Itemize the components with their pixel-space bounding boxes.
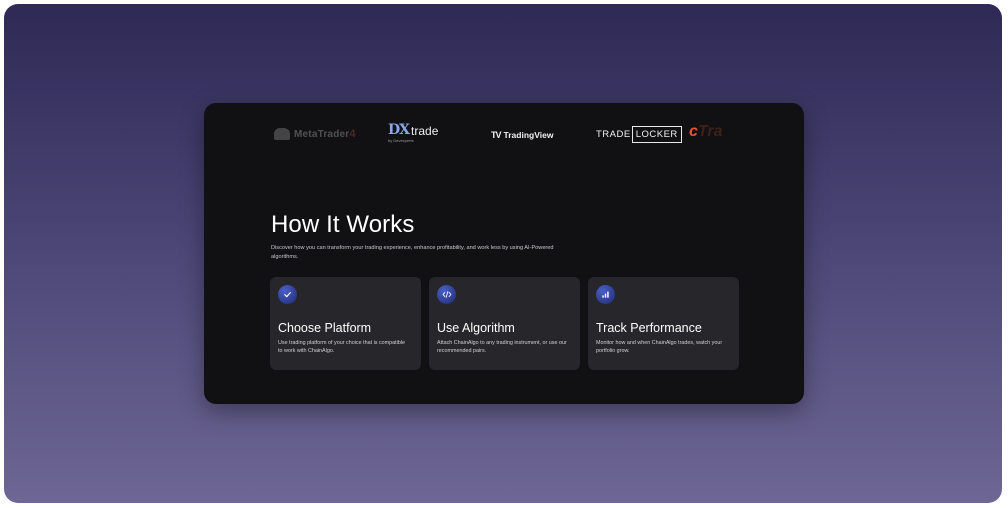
checkmark-icon (278, 285, 297, 304)
tradelocker-logo-left: TRADE (596, 128, 631, 140)
section-title: How It Works (271, 211, 415, 238)
step-description: Attach ChainAlgo to any trading instrume… (437, 340, 567, 354)
metatrader-logo-text: MetaTrader (294, 128, 350, 140)
metatrader-logo-number: 4 (349, 128, 356, 140)
tradingview-logo-icon[interactable]: TV TradingView (491, 124, 553, 146)
tradingview-mark-icon: TV (491, 130, 501, 140)
dxtrade-mark: DX (388, 122, 410, 138)
platform-logos-strip: MetaTrader 4 DX trade by Devexperts TV T… (204, 103, 804, 165)
dxtrade-logo-icon[interactable]: DX trade by Devexperts (388, 123, 438, 145)
step-card-use-algorithm[interactable]: Use Algorithm Attach ChainAlgo to any tr… (429, 277, 580, 370)
section-subtitle: Discover how you can transform your trad… (271, 245, 554, 260)
page-background: MetaTrader 4 DX trade by Devexperts TV T… (4, 4, 1002, 503)
step-card-track-performance[interactable]: Track Performance Monitor how and when C… (588, 277, 739, 370)
step-description: Monitor how and when ChainAlgo trades, w… (596, 340, 723, 354)
step-description: Use trading platform of your choice that… (278, 340, 406, 354)
ctrader-logo-c: c (689, 123, 698, 140)
tradelocker-logo-boxed: LOCKER (631, 125, 682, 143)
bar-chart-icon (596, 285, 615, 304)
step-title: Use Algorithm (437, 321, 515, 335)
code-icon (437, 285, 456, 304)
ctrader-logo-icon[interactable]: c Tra (689, 121, 723, 143)
dxtrade-word: trade (411, 124, 439, 138)
step-title: Choose Platform (278, 321, 372, 335)
tradingview-logo-text: TradingView (503, 130, 554, 140)
metatrader-logo-icon[interactable]: MetaTrader 4 (274, 123, 356, 145)
metatrader-mark-icon (274, 128, 290, 140)
dxtrade-byline: by Devexperts (388, 138, 414, 143)
step-title: Track Performance (596, 321, 702, 335)
tradelocker-logo-icon[interactable]: TRADE LOCKER (596, 123, 682, 145)
ctrader-logo-rest: Tra (697, 123, 723, 140)
how-it-works-card: MetaTrader 4 DX trade by Devexperts TV T… (204, 103, 804, 404)
step-card-choose-platform[interactable]: Choose Platform Use trading platform of … (270, 277, 421, 370)
